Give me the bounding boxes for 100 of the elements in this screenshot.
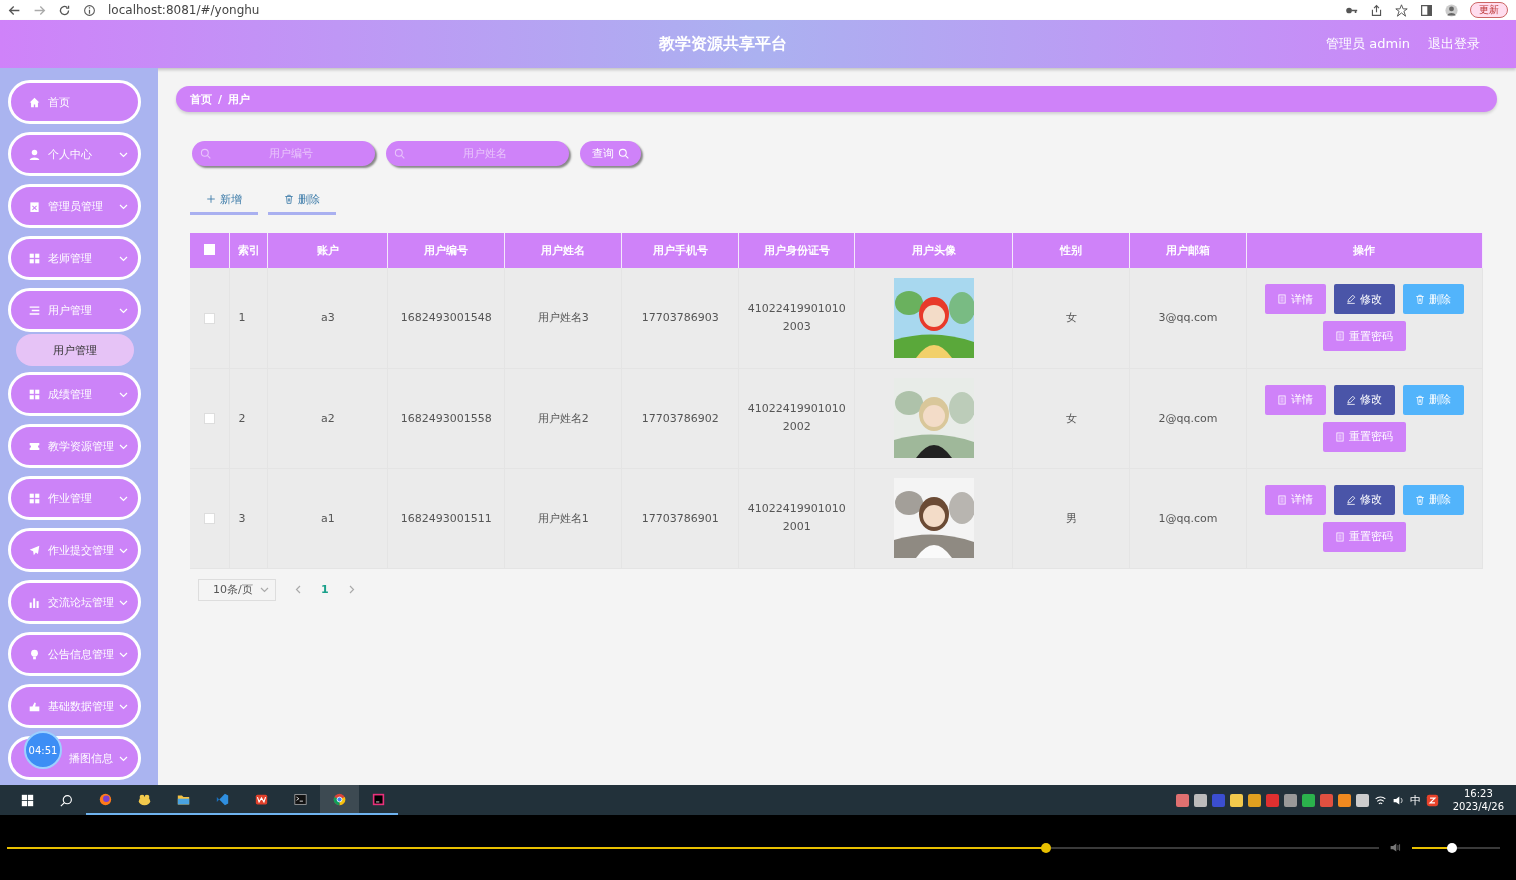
reset-password-button[interactable]: 重置密码 [1322, 321, 1406, 352]
taskbar-app[interactable] [320, 785, 359, 815]
reset-password-button[interactable]: 重置密码 [1322, 421, 1406, 452]
back-icon[interactable] [8, 3, 21, 17]
row-checkbox[interactable] [204, 312, 216, 324]
detail-button[interactable]: 详情 [1264, 284, 1326, 315]
share-icon[interactable] [1370, 3, 1383, 17]
detail-button[interactable]: 详情 [1264, 484, 1326, 515]
table-cell: a3 [321, 311, 335, 325]
tray-icon[interactable] [1193, 793, 1207, 807]
search-field[interactable]: 用户姓名 [386, 141, 569, 166]
document-icon [1335, 331, 1346, 342]
menu-item[interactable]: 作业管理 [8, 476, 141, 520]
reset-password-button[interactable]: 重置密码 [1322, 521, 1406, 552]
menu-item[interactable]: 交流论坛管理 [8, 580, 141, 624]
table-cell: 17703786901 [641, 511, 719, 525]
tray-icon[interactable] [1355, 793, 1369, 807]
timer-badge: 04:51 [24, 731, 62, 769]
menu-item[interactable]: 老师管理 [8, 236, 141, 280]
detail-button[interactable]: 详情 [1264, 384, 1326, 415]
select-all-checkbox[interactable] [204, 243, 216, 255]
user-icon [29, 148, 40, 160]
wifi-icon[interactable] [1373, 793, 1387, 807]
trash-icon [1415, 294, 1426, 305]
search-icon[interactable] [60, 793, 73, 807]
grid-icon [29, 388, 40, 400]
table-cell: 男 [1065, 511, 1077, 525]
table-cell: 1@qq.com [1158, 511, 1218, 525]
column-header: 用户头像 [854, 233, 1013, 268]
table-cell: 3 [238, 511, 246, 525]
clock-date[interactable]: 2023/4/26 [1452, 800, 1504, 813]
code-editor-icon [216, 792, 229, 806]
table-cell: 2@qq.com [1158, 411, 1218, 425]
row-checkbox[interactable] [204, 513, 216, 524]
tray-icon[interactable] [1283, 793, 1297, 807]
logout-link[interactable]: 退出登录 [1428, 35, 1480, 53]
volume-thumb[interactable] [1446, 842, 1457, 853]
address-bar[interactable]: localhost:8081/#/yonghu [108, 3, 1333, 17]
table-cell: 1682493001548 [400, 311, 492, 325]
delete-button[interactable]: 删除 [1402, 284, 1464, 315]
caret-icon [260, 585, 269, 594]
edit-button[interactable]: 修改 [1333, 284, 1395, 315]
progress-thumb[interactable] [1040, 842, 1051, 853]
app-title: 教学资源共享平台 [658, 33, 789, 55]
delete-button[interactable]: 删除 [1402, 384, 1464, 415]
tray-icon[interactable] [1301, 793, 1315, 807]
update-button[interactable]: 更新 [1470, 2, 1508, 18]
search-icon [618, 148, 629, 159]
document-icon [1277, 394, 1288, 405]
search-icon [200, 148, 211, 159]
column-header: 用户身份证号 [738, 233, 855, 268]
column-header: 用户编号 [387, 233, 505, 268]
table-cell: a2 [321, 411, 335, 425]
menu-item[interactable]: 首页 [8, 80, 141, 124]
profile-icon[interactable] [1445, 3, 1458, 17]
menu-item[interactable]: 用户管理 [8, 288, 141, 332]
menu-item[interactable]: 作业提交管理 [8, 528, 141, 572]
edit-button[interactable]: 修改 [1333, 484, 1395, 515]
add-button[interactable]: 新增 [190, 186, 258, 215]
tray-icon[interactable] [1229, 793, 1243, 807]
delete-button[interactable]: 删除 [268, 186, 336, 215]
bulb-icon [29, 648, 40, 660]
table-cell-text: 410224199010102002 [746, 401, 847, 435]
menu-item[interactable]: 个人中心 [8, 132, 141, 176]
paper-plane-icon [29, 544, 40, 556]
reload-icon[interactable] [58, 3, 71, 17]
clock-time[interactable]: 16:23 [1452, 787, 1504, 800]
table-cell: 用户姓名1 [537, 511, 589, 525]
page-size-select[interactable]: 10条/页 [198, 578, 276, 601]
search-button[interactable]: 查询 [580, 141, 641, 166]
tray-icon[interactable] [1337, 793, 1351, 807]
search-icon [394, 148, 405, 159]
breadcrumb-item: 用户 [228, 91, 251, 107]
input-method-indicator[interactable]: 中 [1409, 792, 1421, 808]
table-cell: 女 [1065, 311, 1077, 325]
tray-icon[interactable] [1175, 793, 1189, 807]
menu-item[interactable]: 公告信息管理 [8, 632, 141, 676]
table-cell: 用户姓名3 [537, 311, 589, 325]
row-checkbox[interactable] [204, 413, 216, 424]
edit-button[interactable]: 修改 [1333, 384, 1395, 415]
tray-icon[interactable] [1247, 793, 1261, 807]
ide-icon [372, 792, 385, 806]
tray-icon[interactable] [1319, 793, 1333, 807]
column-header: 操作 [1246, 233, 1483, 268]
menu-item[interactable]: 基础数据管理 [8, 684, 141, 728]
submenu-item[interactable]: 用户管理 [16, 334, 134, 366]
windows-logo-icon[interactable] [21, 793, 34, 807]
column-header: 性别 [1012, 233, 1130, 268]
menu-item[interactable]: 管理员管理 [8, 184, 141, 228]
app-logo-icon[interactable] [1425, 793, 1439, 807]
breadcrumb-item[interactable]: 首页 [190, 91, 212, 107]
trash-icon [284, 194, 294, 204]
star-icon[interactable] [1395, 3, 1408, 17]
menu-item[interactable]: 教学资源管理 [8, 424, 141, 468]
page-number[interactable]: 1 [321, 583, 329, 596]
menu-item[interactable]: 成绩管理 [8, 372, 141, 416]
grid-icon [29, 252, 40, 264]
table-cell: 1682493001558 [400, 411, 492, 425]
delete-button[interactable]: 删除 [1402, 484, 1464, 515]
sidebar-toggle-icon[interactable] [1420, 3, 1433, 17]
